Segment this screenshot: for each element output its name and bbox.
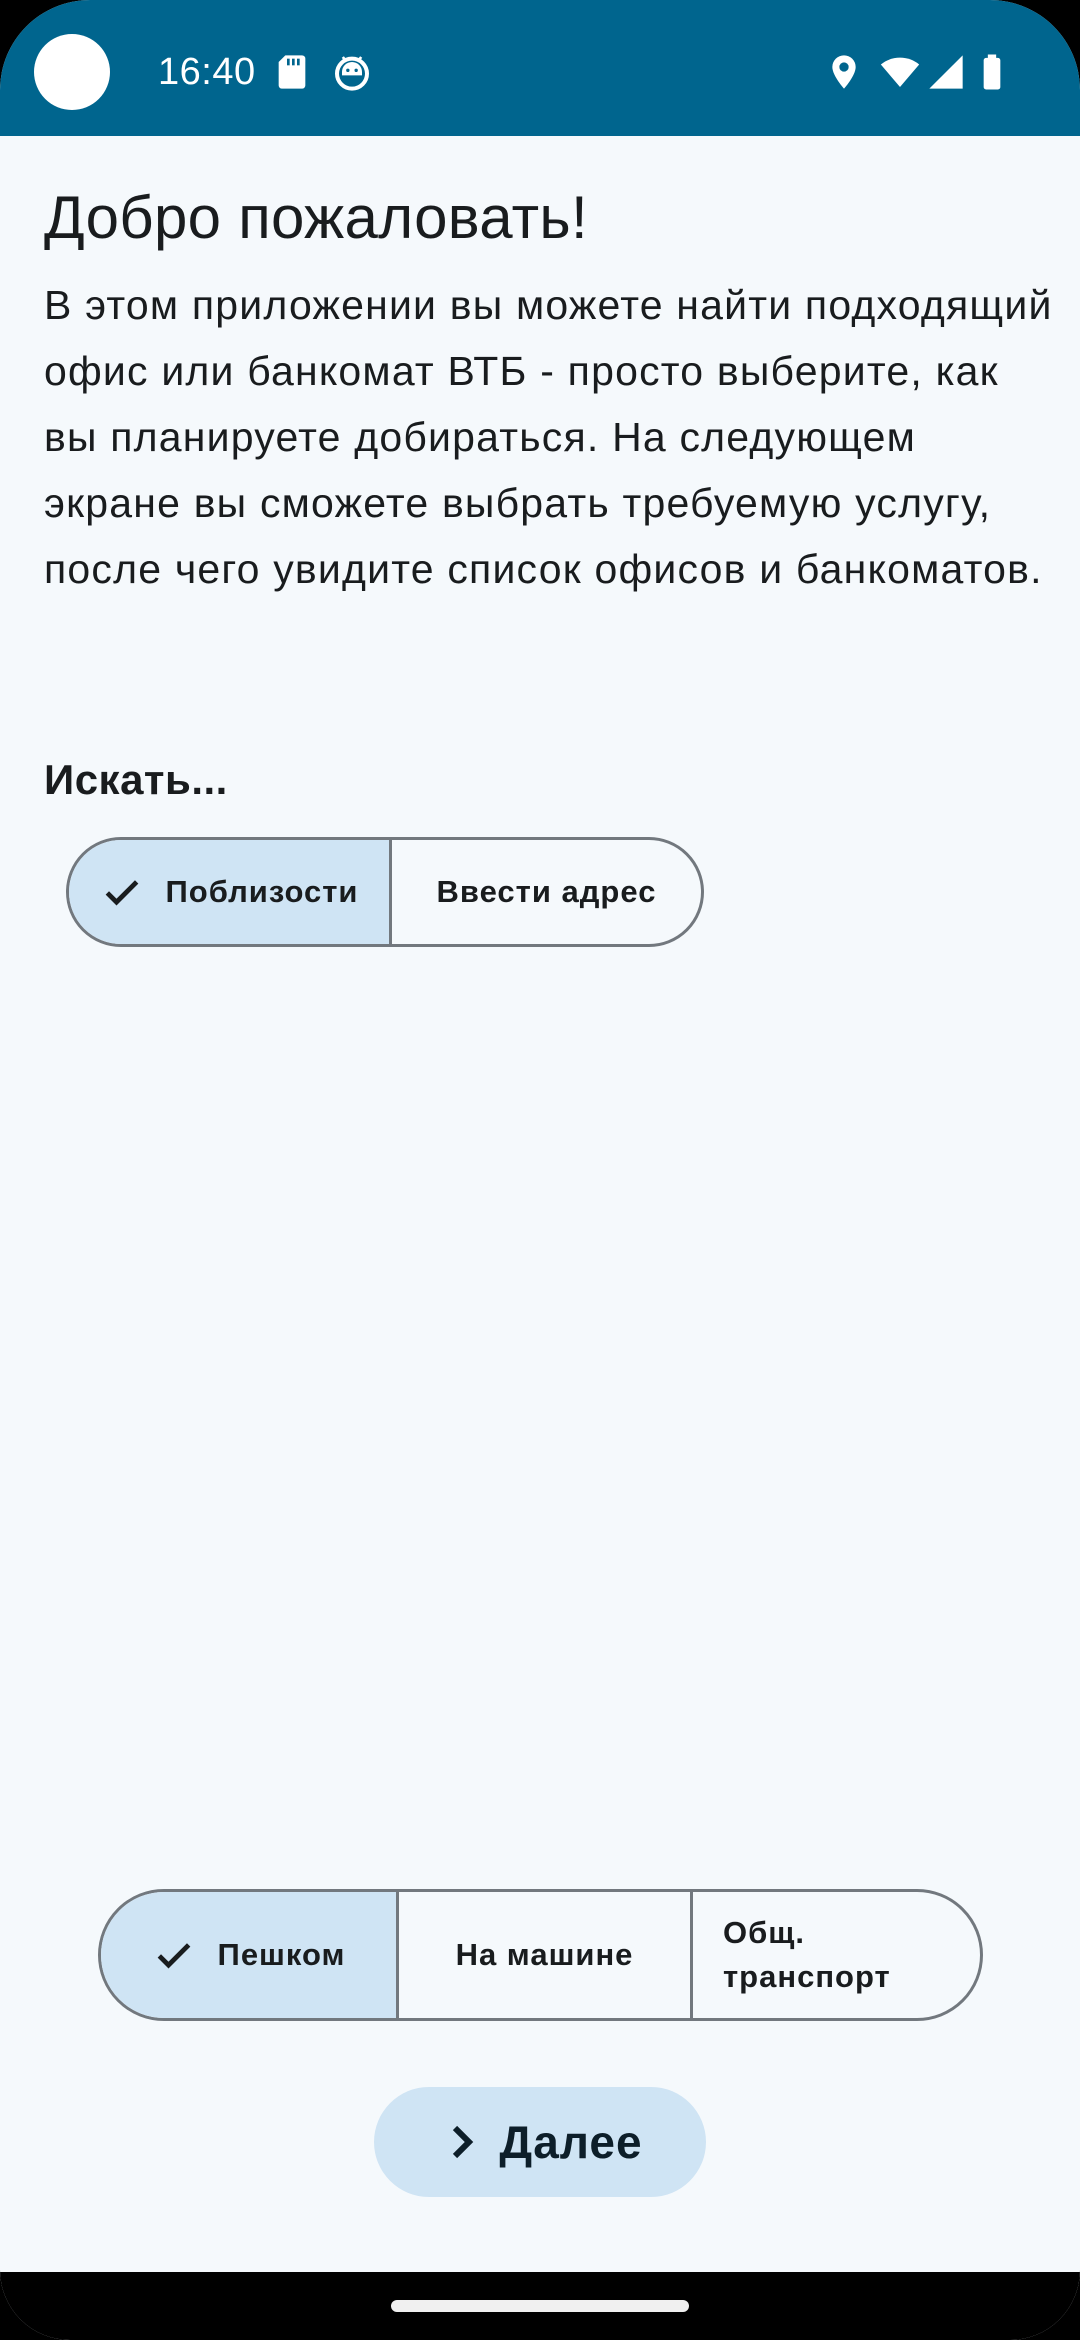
transport-mode-walk[interactable]: Пешком	[101, 1892, 396, 2018]
transport-mode-walk-label: Пешком	[217, 1937, 346, 1972]
transport-mode-public[interactable]: Общ. транспорт	[690, 1892, 980, 2018]
transport-mode-selector: Пешком На машине Общ. транспорт	[98, 1889, 983, 2021]
welcome-title: Добро пожаловать!	[44, 184, 588, 251]
transport-mode-car-label: На машине	[455, 1937, 634, 1972]
location-icon	[832, 55, 856, 89]
battery-icon	[983, 54, 1001, 90]
debug-android-icon	[335, 56, 369, 91]
search-label: Искать...	[44, 756, 228, 803]
transport-mode-public-label: Общ. транспорт	[723, 1915, 891, 1994]
next-button-label: Далее	[499, 2116, 643, 2168]
welcome-description: В этом приложении вы можете найти подход…	[44, 282, 1053, 592]
search-mode-address[interactable]: Ввести адрес	[389, 840, 701, 944]
app-screen: 16:40 Добро пожаловать! В этом приложени…	[0, 0, 1080, 2340]
check-icon	[157, 1943, 190, 1969]
search-mode-nearby-label: Поблизости	[165, 874, 359, 909]
transport-mode-car[interactable]: На машине	[396, 1892, 690, 2018]
sd-card-icon	[278, 55, 306, 89]
search-mode-nearby[interactable]: Поблизости	[69, 840, 389, 944]
home-indicator[interactable]	[391, 2300, 689, 2312]
wifi-icon	[880, 57, 920, 87]
search-mode-selector: Поблизости Ввести адрес	[66, 837, 704, 947]
search-mode-address-label: Ввести адрес	[436, 874, 657, 909]
status-bar: 16:40	[0, 0, 1080, 136]
camera-cutout	[34, 34, 110, 110]
check-icon	[105, 880, 138, 906]
status-time: 16:40	[158, 51, 256, 93]
next-button[interactable]: Далее	[374, 2087, 706, 2197]
signal-icon	[929, 55, 963, 89]
chevron-right-icon	[453, 2125, 474, 2159]
